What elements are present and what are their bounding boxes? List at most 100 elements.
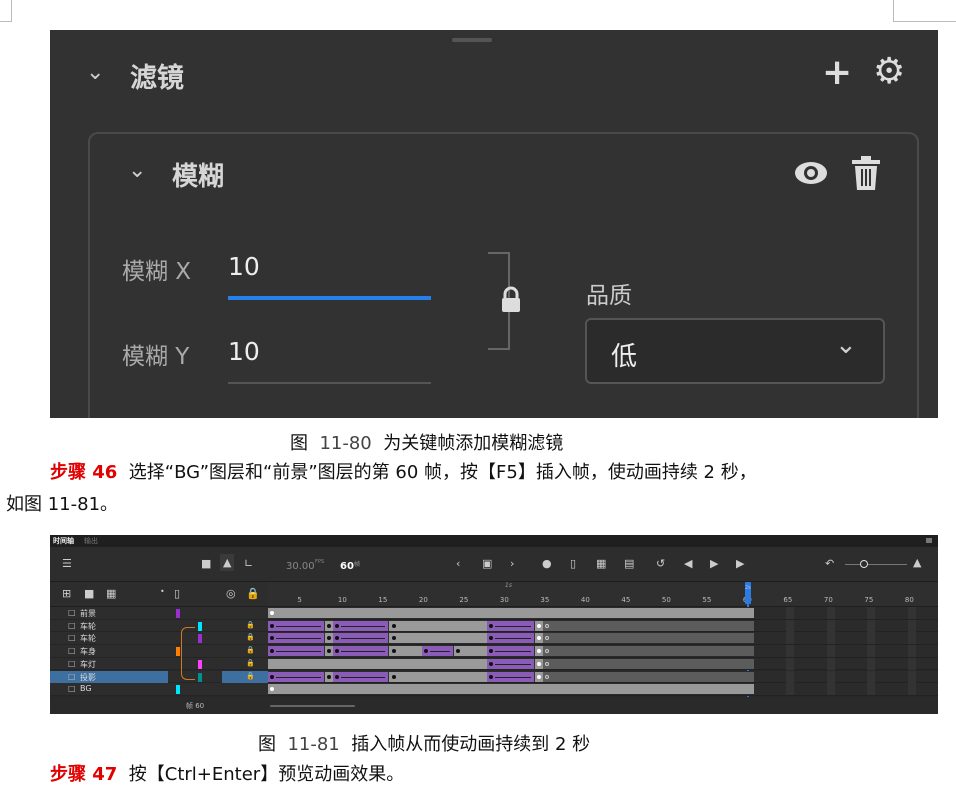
frame-track[interactable] xyxy=(268,632,938,645)
keyframe-dot[interactable] xyxy=(326,674,331,679)
layer-color-swatch[interactable] xyxy=(198,672,202,682)
layer-row[interactable]: □ 车轮 🔒 xyxy=(50,632,268,645)
panel-grip[interactable] xyxy=(452,38,492,42)
static-frames[interactable] xyxy=(268,684,754,695)
keyframe-dot[interactable] xyxy=(270,674,274,679)
ruler-tick-label: 15 xyxy=(378,596,388,604)
frame-track[interactable] xyxy=(268,657,938,671)
prev-keyframe-icon[interactable]: ‹ xyxy=(456,557,460,570)
zoom-slider[interactable] xyxy=(845,564,907,565)
frame-track[interactable] xyxy=(268,683,938,696)
trash-icon[interactable] xyxy=(850,156,882,190)
layer-row[interactable]: □ 投影 🔒 xyxy=(50,670,268,684)
keyframe-dot[interactable] xyxy=(488,623,493,628)
frame-track[interactable] xyxy=(268,670,938,684)
highlight-dot-icon[interactable]: • xyxy=(160,587,165,596)
keyframe-dot[interactable] xyxy=(326,649,331,654)
empty-keyframe[interactable] xyxy=(545,674,550,679)
layer-color-swatch[interactable] xyxy=(176,685,180,695)
fps-value[interactable]: 30.00 xyxy=(286,561,315,572)
keyframe-dot[interactable] xyxy=(391,649,396,654)
ruler-tick-label: 45 xyxy=(621,596,631,604)
keyframe-dot[interactable] xyxy=(391,623,396,628)
next-keyframe-icon[interactable]: › xyxy=(510,557,514,570)
quality-select[interactable]: 低 ⌄ xyxy=(585,318,885,384)
center-frame-icon[interactable]: ▣ xyxy=(482,557,492,570)
frame-ruler[interactable] xyxy=(268,582,938,607)
keyframe-dot[interactable] xyxy=(391,636,396,641)
tab-timeline[interactable]: 时间轴 xyxy=(53,536,74,546)
step-forward-icon[interactable]: ▶ xyxy=(736,557,744,570)
keyframe-dot[interactable] xyxy=(488,674,493,679)
add-filter-plus-icon[interactable]: + xyxy=(822,52,852,93)
keyframe-dot[interactable] xyxy=(537,674,542,679)
insert-keyframe-icon[interactable]: ▦ xyxy=(596,557,606,570)
lock-icon[interactable]: 🔒 xyxy=(246,633,255,641)
lock-icon[interactable]: 🔒 xyxy=(246,587,260,600)
current-frame[interactable]: 60 xyxy=(340,561,354,572)
extended-frames[interactable] xyxy=(543,658,754,669)
lock-icon[interactable] xyxy=(499,286,523,314)
parenting-icon[interactable]: ▲ xyxy=(220,554,235,571)
new-layer-icon[interactable]: ⊞ xyxy=(62,587,71,600)
layer-row[interactable]: □ 车身 🔒 xyxy=(50,645,268,658)
mountains-icon[interactable]: ▲ xyxy=(913,556,921,569)
camera-icon[interactable]: ■ xyxy=(201,557,211,570)
keyframe-dot[interactable] xyxy=(270,611,274,615)
keyframe-dot[interactable] xyxy=(334,649,339,654)
keyframe-dot[interactable] xyxy=(488,649,493,654)
layer-color-swatch[interactable] xyxy=(198,659,202,669)
blur-y-input[interactable]: 10 xyxy=(228,337,260,366)
zoom-slider-thumb[interactable] xyxy=(860,560,868,568)
extended-frames[interactable] xyxy=(543,671,754,682)
eye-hide-icon[interactable]: ◎ xyxy=(226,587,236,600)
lock-icon[interactable]: 🔒 xyxy=(246,672,255,680)
blur-x-input[interactable]: 10 xyxy=(228,252,260,281)
keyframe-dot[interactable] xyxy=(488,661,493,666)
chevron-down-icon[interactable]: ⌄ xyxy=(86,60,104,85)
frame-cell-marker xyxy=(786,645,795,658)
gear-icon[interactable]: ⚙ xyxy=(873,51,905,92)
eye-icon[interactable] xyxy=(793,160,829,186)
static-frames[interactable] xyxy=(268,608,754,618)
frame-track[interactable] xyxy=(268,619,938,633)
keyframe-dot[interactable] xyxy=(391,674,396,679)
layer-row[interactable]: □ 车轮 🔒 xyxy=(50,619,268,633)
extended-frames[interactable] xyxy=(543,646,754,657)
undo-icon[interactable]: ↶ xyxy=(825,557,834,570)
lock-icon[interactable]: 🔒 xyxy=(246,659,255,667)
horizontal-scrollbar[interactable] xyxy=(270,705,355,707)
keyframe-dot[interactable] xyxy=(423,649,428,654)
layer-color-swatch[interactable] xyxy=(176,609,180,618)
layer-color-swatch[interactable] xyxy=(198,621,202,631)
frame-track[interactable] xyxy=(268,607,938,620)
step-back-icon[interactable]: ◀ xyxy=(684,557,692,570)
edit-multiple-frames-icon[interactable]: ▯ xyxy=(570,557,576,570)
play-icon[interactable]: ▶ xyxy=(710,557,718,570)
tab-output[interactable]: 输出 xyxy=(84,536,98,546)
trash-icon[interactable]: ▦ xyxy=(106,587,116,600)
lock-icon[interactable]: 🔒 xyxy=(246,646,255,654)
extended-frames[interactable] xyxy=(543,620,754,631)
loop-icon[interactable]: ↺ xyxy=(656,557,665,570)
keyframe-dot[interactable] xyxy=(334,623,339,628)
layer-color-swatch[interactable] xyxy=(198,634,202,644)
loop-frames-icon[interactable]: ▤ xyxy=(624,557,634,570)
folder-icon[interactable]: ■ xyxy=(84,587,94,600)
layers-icon[interactable]: ☰ xyxy=(62,557,72,570)
layer-row[interactable]: □ 前景 xyxy=(50,607,268,620)
keyframe-dot[interactable] xyxy=(326,623,331,628)
layer-color-swatch[interactable] xyxy=(176,647,180,657)
chevron-down-icon[interactable]: ⌄ xyxy=(128,158,146,183)
keyframe-dot[interactable] xyxy=(334,674,339,679)
graph-icon[interactable]: ∟ xyxy=(244,557,253,570)
extended-frames[interactable] xyxy=(543,633,754,644)
frame-track[interactable] xyxy=(268,645,938,658)
onion-skin-icon[interactable]: ● xyxy=(542,557,552,570)
panel-menu-icon[interactable] xyxy=(926,538,932,543)
layer-row[interactable]: □ BG xyxy=(50,683,268,696)
layer-row[interactable]: □ 车灯 🔒 xyxy=(50,657,268,671)
lock-icon[interactable]: 🔒 xyxy=(246,621,255,629)
keyframe-dot[interactable] xyxy=(270,623,274,628)
outline-icon[interactable]: ▯ xyxy=(174,587,180,600)
